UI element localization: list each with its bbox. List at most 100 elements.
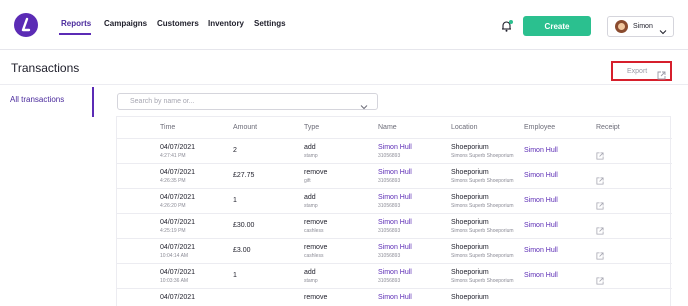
row-date: 04/07/2021	[160, 294, 196, 301]
export-button[interactable]: Export	[611, 61, 672, 81]
row-type: add	[304, 269, 316, 276]
user-menu-button[interactable]: Simon	[607, 16, 674, 37]
external-link-icon[interactable]	[596, 172, 604, 185]
row-location: Shoeporium	[451, 294, 489, 301]
column-header-name[interactable]: Name	[378, 124, 397, 131]
column-header-type[interactable]: Type	[304, 124, 319, 131]
table-row[interactable]: 04/07/2021 4:27:41 PM 2 add stamp Simon Hull 3…	[117, 139, 672, 164]
table-row[interactable]: 04/07/2021 4:26:20 PM 1 add stamp Simon Hull 3…	[117, 189, 672, 214]
nav-inventory[interactable]: Inventory	[208, 19, 244, 28]
column-header-time[interactable]: Time	[160, 124, 175, 131]
row-customer-link[interactable]: Simon Hull	[378, 269, 412, 276]
row-customer-id: 31056893	[378, 278, 401, 284]
row-customer-link[interactable]: Simon Hull	[378, 144, 412, 151]
row-employee-link[interactable]: Simon Hull	[524, 222, 558, 229]
table-header: Time Amount Type Name Location Employee …	[117, 117, 672, 139]
row-time: 4:26:20 PM	[160, 203, 186, 209]
nav-reports[interactable]: Reports	[61, 19, 91, 28]
table-row[interactable]: 04/07/2021 10:04:14 AM £3.00 remove cashless…	[117, 239, 672, 264]
sidebar-active-indicator	[92, 87, 94, 117]
row-type-detail: cashless	[304, 228, 324, 234]
row-location: Shoeporium	[451, 169, 489, 176]
row-type-detail: cashless	[304, 253, 324, 259]
table-row[interactable]: 04/07/2021 4:26:35 PM £27.75 remove gift Simo…	[117, 164, 672, 189]
top-navigation: Reports Campaigns Customers Inventory Se…	[0, 0, 688, 50]
avatar	[615, 20, 628, 33]
transactions-table: Time Amount Type Name Location Employee …	[116, 116, 672, 306]
row-customer-id: 31056893	[378, 153, 401, 159]
chevron-down-icon[interactable]	[360, 98, 368, 110]
column-header-employee[interactable]: Employee	[524, 124, 555, 131]
row-customer-link[interactable]: Simon Hull	[378, 294, 412, 301]
row-type: remove	[304, 244, 328, 251]
sidebar-item-all-transactions[interactable]: All transactions	[10, 95, 64, 104]
table-row[interactable]: 04/07/2021 remove Simon Hull Shoeporium	[117, 289, 672, 306]
column-header-receipt[interactable]: Receipt	[596, 124, 620, 131]
row-type: add	[304, 144, 316, 151]
row-customer-link[interactable]: Simon Hull	[378, 244, 412, 251]
row-employee-link[interactable]: Simon Hull	[524, 197, 558, 204]
row-location: Shoeporium	[451, 194, 489, 201]
row-date: 04/07/2021	[160, 144, 196, 151]
bell-notification-icon[interactable]	[500, 19, 514, 33]
row-amount: 1	[233, 272, 237, 279]
row-customer-link[interactable]: Simon Hull	[378, 194, 412, 201]
create-button[interactable]: Create	[523, 16, 591, 36]
row-location-detail: Simons Superb Shoeporium	[451, 178, 514, 184]
row-location: Shoeporium	[451, 244, 489, 251]
user-name: Simon	[633, 23, 653, 30]
row-customer-id: 31056893	[378, 253, 401, 259]
external-link-icon[interactable]	[596, 147, 604, 160]
row-customer-link[interactable]: Simon Hull	[378, 169, 412, 176]
row-date: 04/07/2021	[160, 194, 196, 201]
brand-logo-icon[interactable]	[14, 13, 38, 37]
row-location-detail: Simons Superb Shoeporium	[451, 153, 514, 159]
nav-campaigns[interactable]: Campaigns	[104, 19, 147, 28]
row-location: Shoeporium	[451, 144, 489, 151]
column-header-location[interactable]: Location	[451, 124, 477, 131]
row-amount: £27.75	[233, 172, 255, 179]
row-customer-id: 31056893	[378, 203, 401, 209]
row-employee-link[interactable]: Simon Hull	[524, 147, 558, 154]
column-header-amount[interactable]: Amount	[233, 124, 257, 131]
row-date: 04/07/2021	[160, 269, 196, 276]
external-link-icon[interactable]	[596, 222, 604, 235]
chevron-down-icon	[659, 23, 667, 34]
row-type: add	[304, 194, 316, 201]
row-time: 4:26:35 PM	[160, 178, 186, 184]
search-placeholder: Search by name or...	[130, 98, 195, 105]
external-link-icon[interactable]	[596, 272, 604, 285]
row-amount: 1	[233, 197, 237, 204]
row-location-detail: Simons Superb Shoeporium	[451, 278, 514, 284]
row-employee-link[interactable]: Simon Hull	[524, 172, 558, 179]
page-title: Transactions	[11, 61, 80, 75]
external-link-icon[interactable]	[596, 247, 604, 260]
row-type-detail: stamp	[304, 278, 318, 284]
export-label: Export	[627, 67, 648, 75]
row-date: 04/07/2021	[160, 169, 196, 176]
row-amount: £30.00	[233, 222, 255, 229]
nav-active-indicator	[59, 33, 91, 35]
row-type: remove	[304, 169, 328, 176]
nav-settings[interactable]: Settings	[254, 19, 286, 28]
nav-customers[interactable]: Customers	[157, 19, 199, 28]
row-amount: £3.00	[233, 247, 251, 254]
row-amount: 2	[233, 147, 237, 154]
row-location-detail: Simons Superb Shoeporium	[451, 203, 514, 209]
row-customer-link[interactable]: Simon Hull	[378, 219, 412, 226]
row-time: 4:27:41 PM	[160, 153, 186, 159]
search-input[interactable]: Search by name or...	[117, 93, 378, 110]
table-row[interactable]: 04/07/2021 10:03:36 AM 1 add stamp Simon Hull…	[117, 264, 672, 289]
row-type: remove	[304, 294, 328, 301]
row-date: 04/07/2021	[160, 219, 196, 226]
row-type-detail: stamp	[304, 203, 318, 209]
row-type: remove	[304, 219, 328, 226]
external-link-icon[interactable]	[596, 197, 604, 210]
row-customer-id: 31056893	[378, 228, 401, 234]
table-row[interactable]: 04/07/2021 4:25:19 PM £30.00 remove cashless…	[117, 214, 672, 239]
row-employee-link[interactable]: Simon Hull	[524, 247, 558, 254]
row-date: 04/07/2021	[160, 244, 196, 251]
row-time: 10:03:36 AM	[160, 278, 189, 284]
row-employee-link[interactable]: Simon Hull	[524, 272, 558, 279]
row-location-detail: Simons Superb Shoeporium	[451, 253, 514, 259]
